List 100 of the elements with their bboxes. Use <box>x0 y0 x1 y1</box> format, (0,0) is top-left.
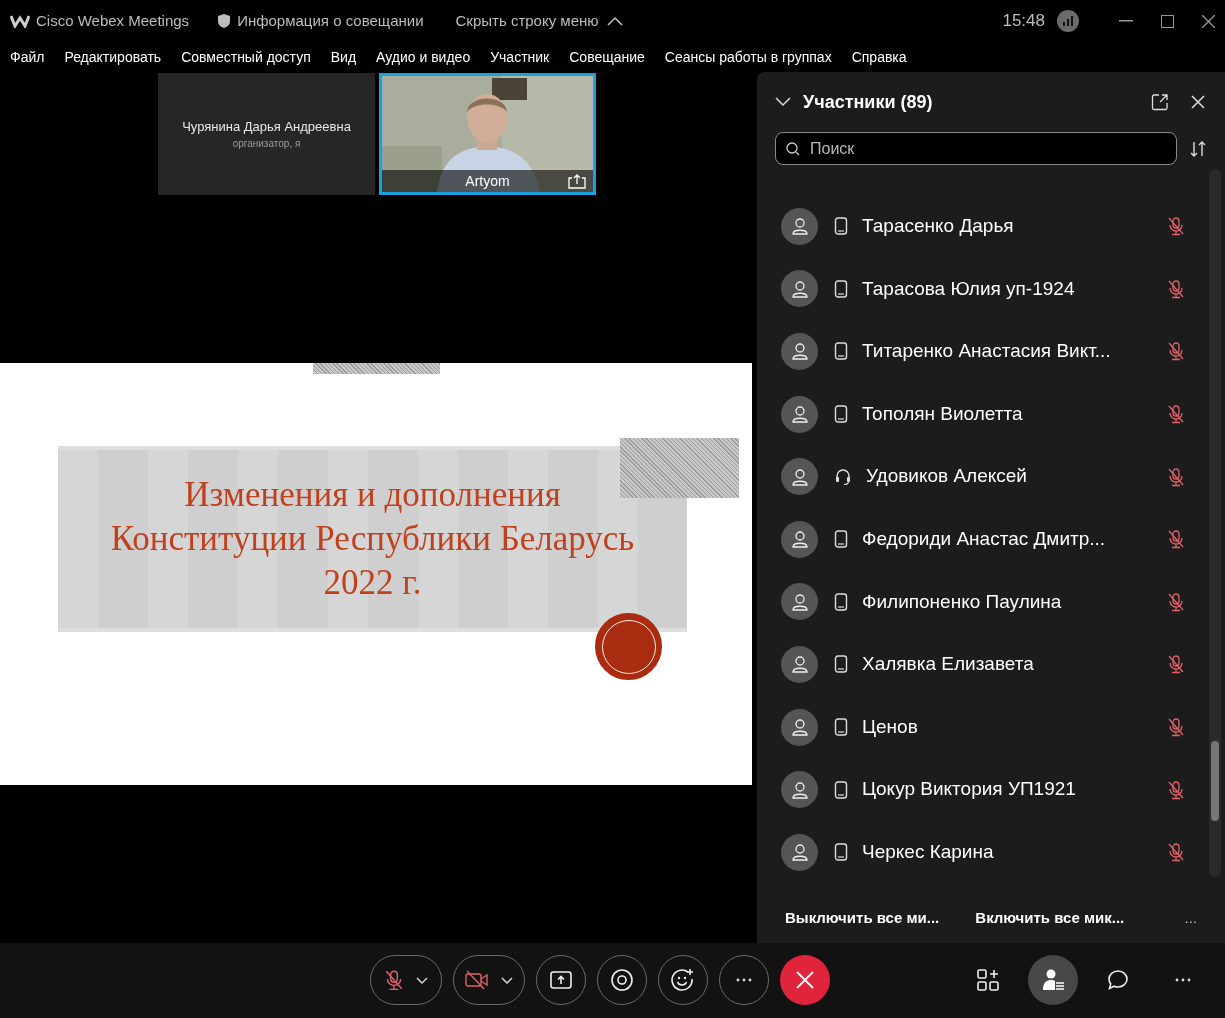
slide-title-line: Изменения и дополнения <box>184 474 561 516</box>
record-button[interactable] <box>597 955 647 1005</box>
close-icon[interactable] <box>1202 14 1215 28</box>
participant-row[interactable]: Федориди Анастас Дмитр... <box>757 507 1225 571</box>
more-icon <box>736 978 752 982</box>
headset-icon <box>834 467 852 486</box>
signal-icon[interactable] <box>1057 10 1079 32</box>
participant-name: Черкес Карина <box>862 840 994 864</box>
scroll-thumb[interactable] <box>1211 741 1219 821</box>
participant-name: Тарасенко Дарья <box>862 214 1014 239</box>
participant-row[interactable]: Тарасенко Дарья <box>757 195 1225 258</box>
share-button[interactable] <box>536 955 586 1005</box>
participants-button[interactable] <box>1028 955 1078 1005</box>
menu-item[interactable]: Справка <box>851 42 907 72</box>
menu-item[interactable]: Редактировать <box>64 42 162 72</box>
participant-name: Титаренко Анастасия Викт... <box>862 339 1111 364</box>
chevron-down-icon[interactable] <box>775 97 791 107</box>
avatar <box>781 458 818 496</box>
panel-title: Участники (89) <box>803 90 933 114</box>
phone-icon <box>834 342 848 361</box>
muted-mic-icon[interactable] <box>1167 341 1185 362</box>
menu-item[interactable]: Вид <box>330 42 357 72</box>
avatar <box>781 833 818 871</box>
phone-icon <box>834 843 848 862</box>
menu-item[interactable]: Сеансы работы в группах <box>664 42 832 72</box>
avatar <box>781 207 818 245</box>
minimize-icon[interactable] <box>1119 20 1133 22</box>
muted-mic-icon[interactable] <box>1167 529 1185 550</box>
maximize-icon[interactable] <box>1161 14 1174 28</box>
menu-item[interactable]: Участник <box>490 42 550 72</box>
meeting-info-button[interactable]: Информация о совещании <box>217 9 424 33</box>
phone-icon <box>834 780 848 799</box>
muted-mic-icon[interactable] <box>1167 278 1185 299</box>
participant-name: Ценов <box>862 714 918 739</box>
record-icon <box>611 969 633 991</box>
muted-mic-icon[interactable] <box>1167 654 1185 675</box>
menu-item[interactable]: Файл <box>10 42 45 72</box>
more-button[interactable] <box>719 955 769 1005</box>
clock-time: 15:48 <box>1002 10 1045 33</box>
end-meeting-button[interactable] <box>780 955 830 1005</box>
caret-icon <box>501 976 513 984</box>
menu-item[interactable]: Совещание <box>569 42 645 72</box>
muted-mic-icon[interactable] <box>1167 466 1185 487</box>
participant-row[interactable]: Черкес Карина <box>757 820 1225 884</box>
participant-row[interactable]: Тарасова Юлия уп-1924 <box>757 257 1225 321</box>
share-icon <box>550 971 572 989</box>
mic-action-button[interactable]: Выключить все ми... <box>785 906 940 930</box>
menu-item[interactable]: Аудио и видео <box>376 42 471 72</box>
phone-icon <box>834 405 848 424</box>
logo-icon <box>10 14 30 28</box>
search-field[interactable]: Поиск <box>775 132 1177 165</box>
avatar <box>781 333 818 370</box>
muted-mic-icon[interactable] <box>1167 404 1185 425</box>
participant-row[interactable]: Титаренко Анастасия Викт... <box>757 320 1225 383</box>
mute-button[interactable] <box>370 955 442 1005</box>
avatar <box>781 520 818 558</box>
sort-icon[interactable] <box>1189 139 1207 158</box>
video-button[interactable] <box>453 955 525 1005</box>
phone-icon <box>834 718 848 737</box>
smiley-icon <box>671 968 695 992</box>
scrollbar[interactable] <box>1209 169 1221 877</box>
participant-row[interactable]: Удовиков Алексей <box>757 445 1225 508</box>
phone-icon <box>834 655 848 674</box>
chat-icon <box>1107 969 1129 991</box>
participant-row[interactable]: Ценов <box>757 695 1225 759</box>
share-icon[interactable] <box>568 173 586 189</box>
slide-title-line: 2022 г. <box>323 562 422 604</box>
muted-mic-icon[interactable] <box>1167 591 1185 612</box>
app-title: Cisco Webex Meetings <box>36 10 190 31</box>
participant-name: Филипоненко Паулина <box>862 589 1062 614</box>
hide-menu-button[interactable]: Скрыть строку меню <box>455 9 623 33</box>
apps-icon <box>977 969 999 991</box>
search-icon <box>786 142 800 156</box>
mic-action-button[interactable]: Включить все мик... <box>975 906 1125 930</box>
close-icon <box>795 970 815 990</box>
participant-row[interactable]: Халявка Елизавета <box>757 633 1225 696</box>
slide-title-line: Конституции Республики Беларусь <box>110 518 635 560</box>
participant-name: Цокур Виктория УП1921 <box>862 777 1076 802</box>
avatar <box>781 708 818 746</box>
avatar <box>781 395 818 433</box>
participant-row[interactable]: Тополян Виолетта <box>757 382 1225 446</box>
reactions-button[interactable] <box>658 955 708 1005</box>
phone-icon <box>834 217 848 236</box>
pop-out-icon[interactable] <box>1151 93 1169 111</box>
more-icon <box>1175 978 1191 982</box>
phone-icon <box>834 530 848 549</box>
participant-name: Чурянина Дарья Андреевна <box>182 117 351 136</box>
more-button[interactable]: ... <box>1184 906 1197 930</box>
muted-mic-icon[interactable] <box>1167 717 1185 738</box>
video-tile[interactable]: Artyom <box>379 73 596 195</box>
avatar <box>781 645 818 683</box>
menu-item[interactable]: Совместный доступ <box>181 42 311 72</box>
muted-mic-icon <box>384 969 404 991</box>
participant-row[interactable]: Цокур Виктория УП1921 <box>757 758 1225 821</box>
muted-mic-icon[interactable] <box>1167 779 1185 800</box>
participant-row[interactable]: Филипоненко Паулина <box>757 570 1225 634</box>
muted-mic-icon[interactable] <box>1167 842 1185 863</box>
muted-mic-icon[interactable] <box>1167 216 1185 237</box>
video-tile[interactable]: Чурянина Дарья Андреевна организатор, я <box>158 73 375 195</box>
participant-role: организатор, я <box>232 137 301 152</box>
